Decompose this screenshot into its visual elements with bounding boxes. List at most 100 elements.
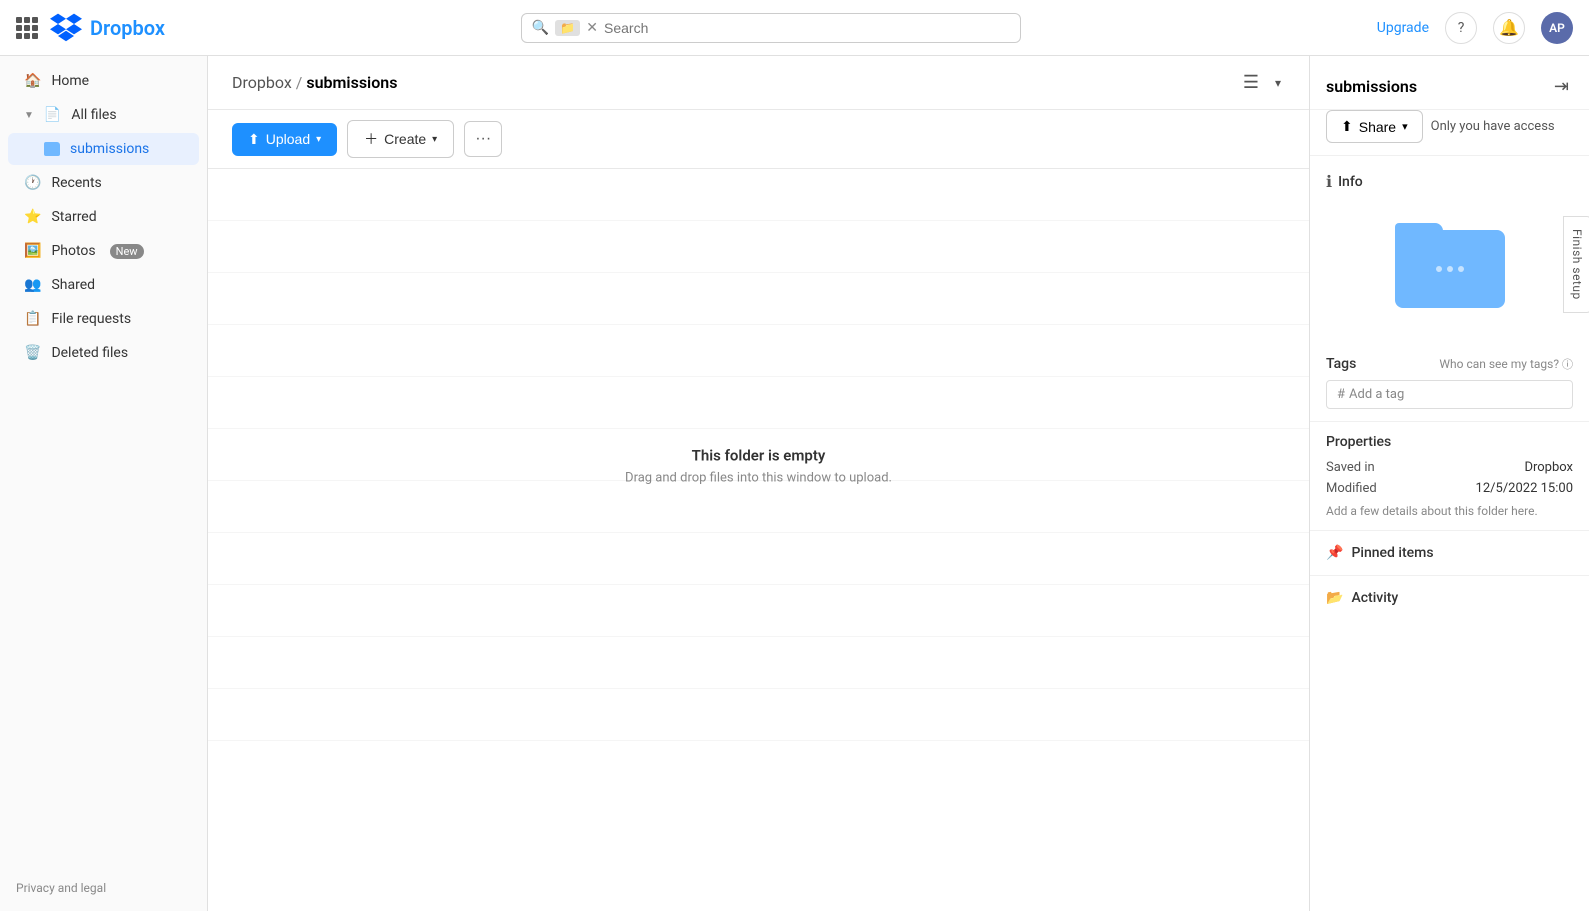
pin-icon: 📌 [1326, 545, 1343, 561]
share-row: ⬆ Share ▾ Only you have access [1310, 110, 1589, 156]
grid-menu-icon[interactable] [16, 17, 38, 39]
tags-section: Tags Who can see my tags? ⓘ # Add a tag [1310, 344, 1589, 422]
file-row-10 [208, 637, 1309, 689]
create-button[interactable]: ＋ Create ▾ [347, 120, 454, 158]
empty-folder-message: This folder is empty Drag and drop files… [625, 446, 892, 485]
sidebar-item-photos[interactable]: 🖼️ Photos New [8, 235, 199, 267]
folder-icon: 📁 [560, 21, 575, 35]
search-input[interactable] [604, 20, 1010, 36]
sidebar-item-all-files[interactable]: ▼ 📄 All files [8, 99, 199, 131]
content-area: Dropbox / submissions ☰ ▾ ⬆ Upload ▾ ＋ C… [208, 56, 1309, 911]
search-bar: 🔍 📁 ✕ [521, 13, 1021, 43]
sidebar-footer[interactable]: Privacy and legal [0, 873, 207, 903]
view-chevron-button[interactable]: ▾ [1271, 72, 1285, 94]
list-view-button[interactable]: ☰ [1239, 68, 1263, 97]
properties-section: Properties Saved in Dropbox Modified 12/… [1310, 422, 1589, 531]
file-row-2 [208, 221, 1309, 273]
upload-button[interactable]: ⬆ Upload ▾ [232, 123, 337, 156]
dot-1 [1436, 266, 1442, 272]
tags-help-text[interactable]: Who can see my tags? ⓘ [1439, 356, 1573, 372]
content-header: Dropbox / submissions ☰ ▾ [208, 56, 1309, 110]
notifications-button[interactable]: 🔔 [1493, 12, 1525, 44]
sidebar-item-submissions[interactable]: submissions [8, 133, 199, 165]
properties-label: Properties [1326, 434, 1573, 450]
more-options-button[interactable]: ··· [464, 121, 502, 157]
activity-label: Activity [1351, 590, 1398, 606]
modified-key: Modified [1326, 481, 1377, 496]
sidebar-item-deleted-files[interactable]: 🗑️ Deleted files [8, 337, 199, 369]
folder-dots [1436, 266, 1464, 272]
files-icon: 📄 [44, 107, 61, 123]
file-row-4 [208, 325, 1309, 377]
shared-icon: 👥 [24, 277, 41, 293]
dropbox-logo[interactable]: Dropbox [50, 12, 165, 44]
info-label: ℹ Info [1326, 172, 1573, 191]
file-req-icon: 📋 [24, 311, 41, 327]
breadcrumb-current: submissions [306, 73, 397, 92]
finish-setup-tab[interactable]: Finish setup [1563, 216, 1589, 313]
activity-section[interactable]: 📂 Activity [1310, 576, 1589, 620]
prop-saved-in: Saved in Dropbox [1326, 460, 1573, 475]
sidebar: 🏠 Home ▼ 📄 All files submissions 🕐 Recen… [0, 56, 208, 911]
sidebar-item-label: Shared [51, 277, 95, 293]
topbar-right: Upgrade ? 🔔 AP [1377, 12, 1573, 44]
pinned-label: Pinned items [1351, 545, 1433, 561]
folder-preview [1326, 203, 1573, 328]
create-chevron-icon: ▾ [432, 134, 437, 145]
file-row-3 [208, 273, 1309, 325]
empty-title: This folder is empty [625, 446, 892, 464]
activity-header: 📂 Activity [1326, 590, 1573, 606]
pinned-header: 📌 Pinned items [1326, 545, 1573, 561]
trash-icon: 🗑️ [24, 345, 41, 361]
upgrade-link[interactable]: Upgrade [1377, 20, 1429, 36]
sidebar-item-file-requests[interactable]: 📋 File requests [8, 303, 199, 335]
share-icon: ⬆ [1341, 118, 1353, 135]
tag-input[interactable]: # Add a tag [1326, 380, 1573, 409]
topbar: Dropbox 🔍 📁 ✕ Upgrade ? 🔔 AP [0, 0, 1589, 56]
access-text: Only you have access [1431, 119, 1555, 134]
hash-icon: # [1337, 387, 1345, 402]
dot-3 [1458, 266, 1464, 272]
collapse-panel-button[interactable]: ⇥ [1550, 72, 1573, 101]
help-circle-icon: ⓘ [1562, 356, 1573, 372]
empty-subtitle: Drag and drop files into this window to … [625, 470, 892, 485]
breadcrumb-separator: / [296, 73, 303, 92]
view-controls: ☰ ▾ [1239, 68, 1285, 97]
upload-chevron-icon: ▾ [316, 134, 321, 145]
home-icon: 🏠 [24, 73, 41, 89]
sidebar-item-home[interactable]: 🏠 Home [8, 65, 199, 97]
activity-icon: 📂 [1326, 590, 1343, 606]
right-panel: submissions ⇥ ⬆ Share ▾ Only you have ac… [1309, 56, 1589, 911]
upload-icon: ⬆ [248, 131, 260, 148]
avatar[interactable]: AP [1541, 12, 1573, 44]
folder-large-icon [1395, 223, 1505, 308]
search-area: 🔍 📁 ✕ [521, 13, 1021, 43]
help-button[interactable]: ? [1445, 12, 1477, 44]
sidebar-item-recents[interactable]: 🕐 Recents [8, 167, 199, 199]
sidebar-item-shared[interactable]: 👥 Shared [8, 269, 199, 301]
search-folder-badge[interactable]: 📁 [555, 20, 580, 36]
file-row-9 [208, 585, 1309, 637]
star-icon: ⭐ [24, 209, 41, 225]
pinned-section[interactable]: 📌 Pinned items [1310, 531, 1589, 576]
saved-in-key: Saved in [1326, 460, 1375, 475]
topbar-left: Dropbox [16, 12, 165, 44]
right-panel-header: submissions ⇥ [1310, 56, 1589, 110]
sidebar-item-label: Starred [51, 209, 96, 225]
tag-placeholder-text: Add a tag [1349, 387, 1404, 402]
modified-val: 12/5/2022 15:00 [1476, 481, 1573, 496]
sidebar-item-starred[interactable]: ⭐ Starred [8, 201, 199, 233]
share-chevron-icon: ▾ [1402, 120, 1408, 133]
chevron-down-icon: ▼ [24, 110, 34, 121]
breadcrumb: Dropbox / submissions [232, 73, 397, 92]
main-layout: 🏠 Home ▼ 📄 All files submissions 🕐 Recen… [0, 56, 1589, 911]
plus-icon: ＋ [364, 129, 378, 149]
close-icon[interactable]: ✕ [586, 20, 598, 36]
sidebar-item-label: Deleted files [51, 345, 128, 361]
content-toolbar: ⬆ Upload ▾ ＋ Create ▾ ··· [208, 110, 1309, 169]
prop-modified: Modified 12/5/2022 15:00 [1326, 481, 1573, 496]
breadcrumb-root[interactable]: Dropbox [232, 73, 292, 92]
folder-details-text[interactable]: Add a few details about this folder here… [1326, 504, 1573, 518]
sidebar-item-label: All files [71, 107, 116, 123]
share-button[interactable]: ⬆ Share ▾ [1326, 110, 1423, 143]
